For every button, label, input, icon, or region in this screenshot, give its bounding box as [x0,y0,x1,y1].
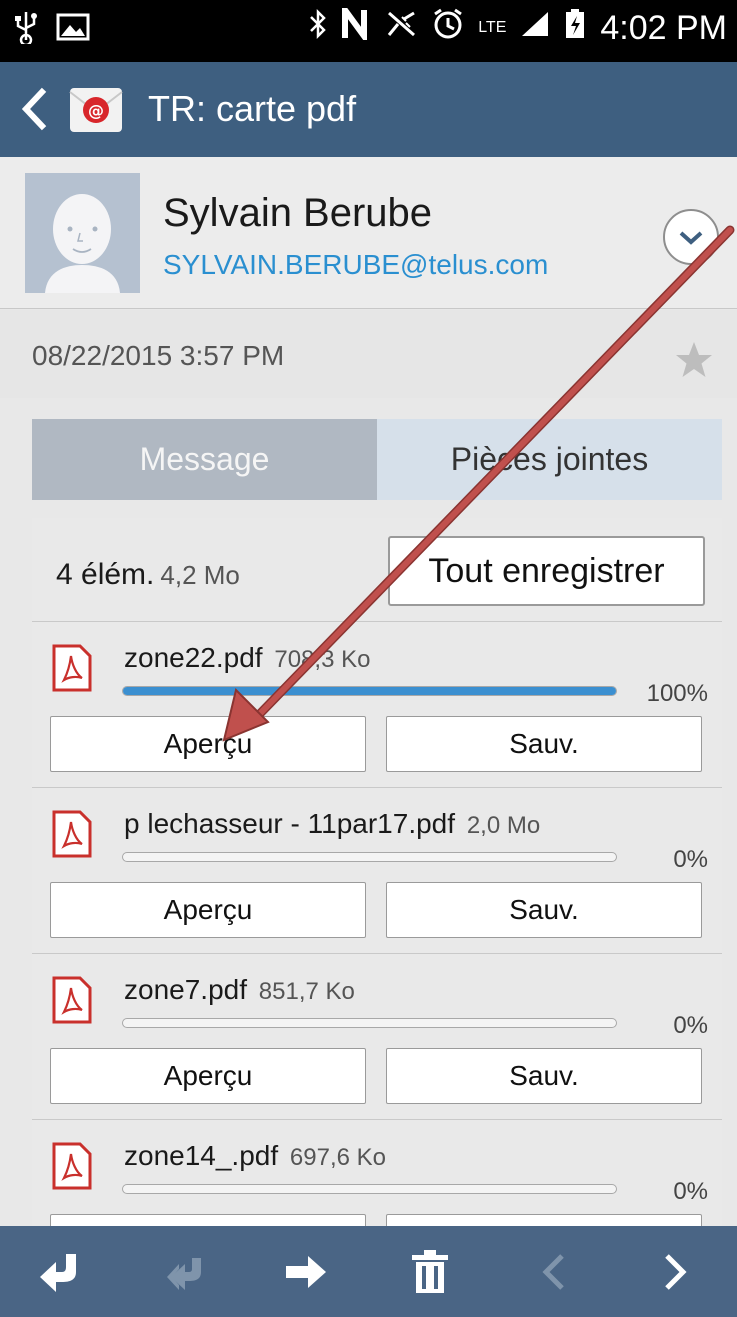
reply-all-icon [154,1242,214,1302]
attachment-name[interactable]: p lechasseur - 11par17.pdf 2,0 Mo [124,808,540,840]
pdf-file-icon [52,976,92,1024]
tab-attachments[interactable]: Pièces jointes [377,419,722,500]
attachments-header: 4 élém. 4,2 Mo Tout enregistrer [32,518,722,622]
attachment-size: 708,3 Ko [274,646,371,673]
progress-percent: 0% [673,1178,708,1205]
forward-icon[interactable] [277,1242,337,1302]
progress-fill [123,687,616,695]
alarm-icon [432,8,464,48]
sender-email[interactable]: SYLVAIN.BERUBE@telus.com [163,249,548,281]
attachment-item: zone22.pdf 708,3 Ko 100% Aperçu Sauv. [32,622,722,788]
download-progress [122,1184,617,1194]
page-title: TR: carte pdf [148,88,357,129]
pdf-file-icon [52,810,92,858]
preview-button[interactable]: Aperçu [50,882,366,938]
attachment-size: 697,6 Ko [289,1144,387,1171]
lte-icon: LTE [478,19,507,36]
bottom-toolbar [0,1226,737,1317]
download-progress [122,852,617,862]
attachment-name-text: zone14_.pdf [124,1140,279,1171]
back-chevron-icon[interactable] [18,84,48,134]
attachment-name[interactable]: zone7.pdf 851,7 Ko [124,974,355,1006]
attachment-item: zone7.pdf 851,7 Ko 0% Aperçu Sauv. [32,954,722,1120]
attachment-name[interactable]: zone22.pdf 708,3 Ko [124,642,370,674]
attachment-item: p lechasseur - 11par17.pdf 2,0 Mo 0% Ape… [32,788,722,954]
download-progress [122,1018,617,1028]
preview-button[interactable]: Aperçu [50,716,366,772]
previous-icon [523,1242,583,1302]
sender-name: Sylvain Berube [163,191,433,235]
save-button[interactable]: Sauv. [386,716,702,772]
pdf-file-icon [52,1142,92,1190]
sent-date: 08/22/2015 3:57 PM [32,340,285,371]
save-button[interactable]: Sauv. [386,882,702,938]
attachment-count: 4 élém. 4,2 Mo [56,558,240,592]
bluetooth-icon [308,8,328,48]
save-button[interactable]: Sauv. [386,1048,702,1104]
svg-text:@: @ [88,101,104,120]
status-time: 4:02 PM [600,8,727,47]
attachments-panel: 4 élém. 4,2 Mo Tout enregistrer zone22.pd… [32,518,722,1238]
next-icon[interactable] [646,1242,706,1302]
email-app-icon[interactable]: @ [68,82,124,138]
reply-icon[interactable] [31,1242,91,1302]
action-bar: @ TR: carte pdf [0,62,737,157]
view-tabs: Message Pièces jointes [32,419,722,500]
expand-details-button[interactable] [663,209,719,265]
attachment-name-text: zone22.pdf [124,642,263,673]
attachment-size: 2,0 Mo [466,812,541,839]
chevron-down-icon [679,231,703,245]
progress-percent: 0% [673,846,708,873]
mute-icon [386,9,418,47]
attachment-size: 851,7 Ko [258,978,355,1005]
attachment-item: zone14_.pdf 697,6 Ko 0% Aperçu Sauv. [32,1120,722,1238]
date-row: 08/22/2015 3:57 PM [0,310,737,398]
status-bar: LTE 4:02 PM [0,0,737,62]
progress-percent: 100% [646,680,708,707]
pdf-file-icon [52,644,92,692]
delete-icon[interactable] [400,1242,460,1302]
nfc-icon [342,0,372,48]
attachment-name[interactable]: zone14_.pdf 697,6 Ko [124,1140,386,1172]
save-all-button[interactable]: Tout enregistrer [388,536,705,606]
signal-icon [520,10,550,46]
download-progress [122,686,617,696]
sender-header: Sylvain Berube SYLVAIN.BERUBE@telus.com [0,157,737,309]
progress-percent: 0% [673,1012,708,1039]
battery-icon [564,8,586,48]
image-icon [56,13,90,49]
attachment-name-text: zone7.pdf [124,974,247,1005]
attachment-count-text: 4 élém. [56,558,155,591]
star-icon[interactable] [674,340,714,380]
avatar[interactable] [25,173,140,293]
tab-message[interactable]: Message [32,419,377,500]
attachment-name-text: p lechasseur - 11par17.pdf [124,808,456,839]
usb-icon [14,10,38,52]
preview-button[interactable]: Aperçu [50,1048,366,1104]
attachment-total-size: 4,2 Mo [160,560,240,590]
